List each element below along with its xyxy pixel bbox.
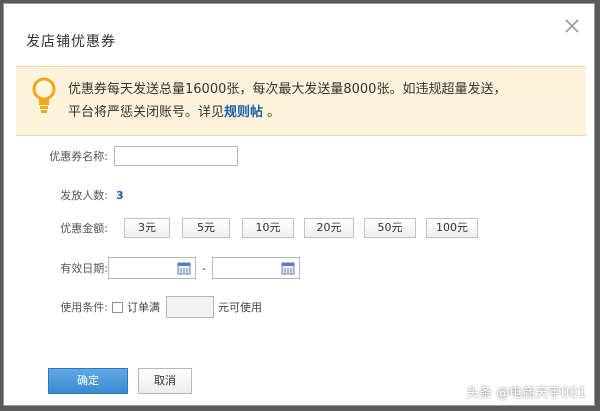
condition-label: 使用条件: <box>60 301 108 314</box>
notice-line-2-prefix: 平台将严惩关闭账号。详见 <box>68 105 225 120</box>
amount-option-100[interactable]: 100元 <box>426 218 478 238</box>
amount-option-5[interactable]: 5元 <box>182 218 230 238</box>
amount-option-20[interactable]: 20元 <box>304 218 354 238</box>
amount-option-50[interactable]: 50元 <box>364 218 416 238</box>
condition-row: 使用条件: 订单满 元可使用 <box>26 296 262 318</box>
coupon-name-label: 优惠券名称: <box>49 150 108 163</box>
notice-line-2: 平台将严惩关闭账号。详见规则帖 。 <box>68 101 578 124</box>
date-start-field[interactable] <box>108 257 196 279</box>
recipients-row: 发放人数: 3 <box>26 187 124 203</box>
coupon-name-row: 优惠券名称: <box>26 146 238 166</box>
valid-date-row: 有效日期: - <box>26 257 300 279</box>
date-end-field[interactable] <box>211 257 300 279</box>
cancel-button[interactable]: 取消 <box>138 368 192 394</box>
recipients-value: 3 <box>116 188 124 202</box>
notice-text: 优惠券每天发送总量16000张，每次最大发送量8000张。如违规超量发送， 平台… <box>68 78 578 124</box>
coupon-dialog: 发店铺优惠券 优惠券每天发送总量16000张，每次最大发送量8000张。如违规超… <box>3 3 595 406</box>
notice-line-2-suffix: 。 <box>263 105 281 120</box>
watermark: 头条 @电商天宇001 <box>466 386 586 401</box>
amount-options: 3元 5元 10元 20元 50元 100元 <box>124 218 478 238</box>
confirm-button[interactable]: 确定 <box>48 368 128 394</box>
amount-row: 优惠金额: 3元 5元 10元 20元 50元 100元 <box>26 218 478 238</box>
condition-checkbox-label: 订单满 <box>127 301 160 314</box>
notice-banner: 优惠券每天发送总量16000张，每次最大发送量8000张。如违规超量发送， 平台… <box>16 66 586 136</box>
recipients-label: 发放人数: <box>60 189 108 202</box>
dialog-title: 发店铺优惠券 <box>26 34 116 50</box>
date-separator: - <box>202 261 206 275</box>
condition-amount-input[interactable] <box>166 296 214 318</box>
close-icon[interactable] <box>564 18 580 34</box>
rules-link[interactable]: 规则帖 <box>224 105 263 120</box>
calendar-icon[interactable] <box>177 261 191 275</box>
condition-checkbox[interactable] <box>112 301 123 313</box>
coupon-name-input[interactable] <box>114 146 238 166</box>
condition-suffix: 元可使用 <box>218 301 262 314</box>
lightbulb-icon <box>32 77 56 113</box>
calendar-icon[interactable] <box>281 261 295 275</box>
amount-option-3[interactable]: 3元 <box>124 218 170 238</box>
amount-option-10[interactable]: 10元 <box>242 218 294 238</box>
amount-label: 优惠金额: <box>60 222 108 235</box>
valid-date-label: 有效日期: <box>60 262 108 275</box>
notice-line-1: 优惠券每天发送总量16000张，每次最大发送量8000张。如违规超量发送， <box>68 82 507 97</box>
